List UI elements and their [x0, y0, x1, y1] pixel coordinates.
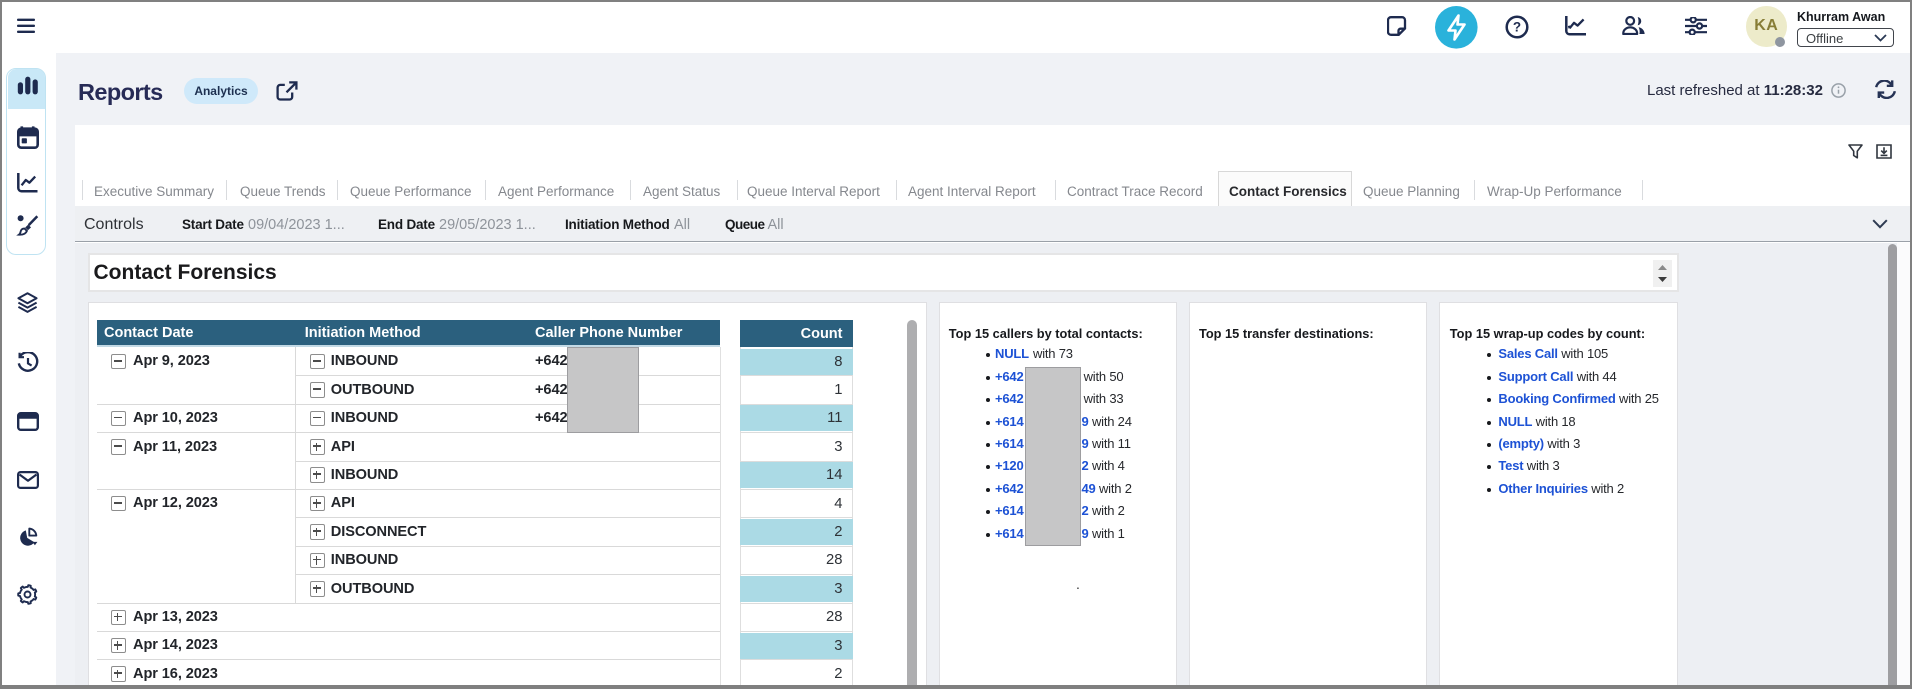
svg-text:?: ? [1513, 20, 1521, 35]
